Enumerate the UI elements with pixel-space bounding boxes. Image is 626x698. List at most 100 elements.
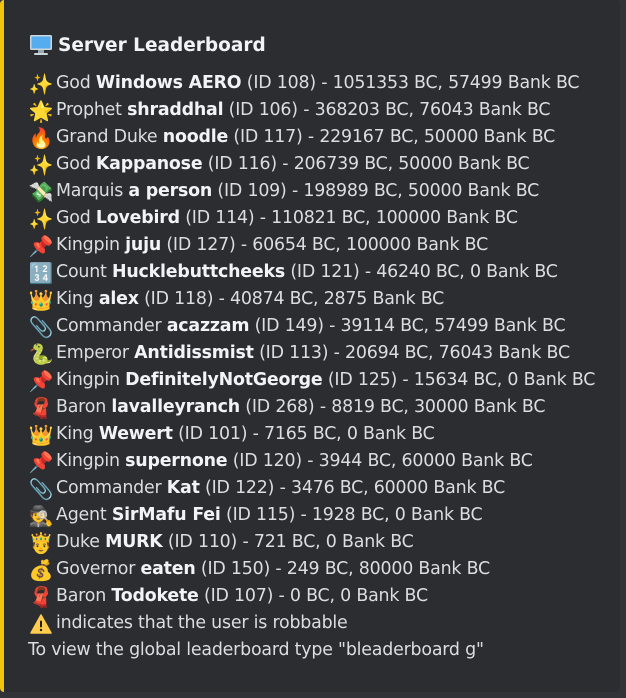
entry-stats: (ID 116) - 206739 BC, 50000 Bank BC (207, 154, 530, 174)
entry-stats: (ID 118) - 40874 BC, 2875 Bank BC (144, 289, 445, 309)
leaderboard-entry: 💰 Governor eaten (ID 150) - 249 BC, 80000… (28, 556, 610, 583)
pushpin-icon: 📌 (28, 368, 54, 393)
leaderboard-entry: 📌 Kingpin DefinitelyNotGeorge (ID 125) - … (28, 367, 610, 394)
leaderboard-list: ✨ God Windows AERO (ID 108) - 1051353 BC,… (28, 70, 610, 610)
entry-stats: (ID 108) - 1051353 BC, 57499 Bank BC (246, 73, 580, 93)
entry-stats: (ID 110) - 721 BC, 0 Bank BC (167, 532, 414, 552)
entry-stats: (ID 127) - 60654 BC, 100000 Bank BC (166, 235, 489, 255)
entry-username: Antidissmist (134, 343, 254, 363)
leaderboard-embed: Server Leaderboard ✨ God Windows AERO (ID… (0, 0, 620, 692)
entry-rank: Commander (56, 316, 162, 336)
crown-icon: 👑 (28, 287, 54, 312)
entry-rank: Agent (56, 505, 107, 525)
entry-rank: Kingpin (56, 370, 120, 390)
paperclip-icon: 📎 (28, 476, 54, 501)
serpent-icon: 🐍 (28, 341, 54, 366)
entry-username: Todokete (111, 586, 199, 606)
numbers-icon: 🔢 (28, 260, 54, 285)
entry-rank: Governor (56, 559, 136, 579)
entry-rank: Kingpin (56, 451, 120, 471)
entry-username: Lovebird (95, 208, 180, 228)
entry-stats: (ID 106) - 368203 BC, 76043 Bank BC (228, 100, 551, 120)
entry-username: shraddhal (127, 100, 224, 120)
entry-username: supernone (125, 451, 228, 471)
warning-icon (28, 611, 54, 637)
entry-rank: King (56, 289, 94, 309)
entry-rank: Commander (56, 478, 162, 498)
entry-username: Wewert (98, 424, 173, 444)
embed-footer-text: To view the global leaderboard type "ble… (28, 640, 484, 660)
sun-icon: 🌟 (28, 98, 54, 123)
entry-username: eaten (140, 559, 196, 579)
sparkles-icon: ✨ (28, 152, 54, 177)
entry-rank: Duke (56, 532, 100, 552)
entry-rank: Kingpin (56, 235, 120, 255)
leaderboard-entry: 📎 Commander Kat (ID 122) - 3476 BC, 60000… (28, 475, 610, 502)
leaderboard-entry: 👑 King alex (ID 118) - 40874 BC, 2875 Ban… (28, 286, 610, 313)
pushpin-icon: 📌 (28, 233, 54, 258)
entry-stats: (ID 120) - 3944 BC, 60000 Bank BC (232, 451, 533, 471)
leaderboard-entry: 🧣 Baron lavalleyranch (ID 268) - 8819 BC,… (28, 394, 610, 421)
entry-rank: Grand Duke (56, 127, 158, 147)
entry-rank: God (56, 154, 91, 174)
entry-stats: (ID 101) - 7165 BC, 0 Bank BC (178, 424, 435, 444)
money-bag-icon: 💰 (28, 557, 54, 582)
entry-username: MURK (105, 532, 163, 552)
entry-stats: (ID 149) - 39114 BC, 57499 Bank BC (254, 316, 566, 336)
entry-stats: (ID 113) - 20694 BC, 76043 Bank BC (259, 343, 570, 363)
scarf-icon: 🧣 (28, 395, 54, 420)
leaderboard-entry: 🔢 Count Hucklebuttcheeks (ID 121) - 46240… (28, 259, 610, 286)
entry-username: alex (98, 289, 139, 309)
leaderboard-entry: 📌 Kingpin juju (ID 127) - 60654 BC, 10000… (28, 232, 610, 259)
entry-rank: Baron (56, 397, 107, 417)
entry-rank: Baron (56, 586, 107, 606)
fire-icon: 🔥 (28, 125, 54, 150)
entry-stats: (ID 268) - 8819 BC, 30000 Bank BC (245, 397, 546, 417)
embed-title: Server Leaderboard (28, 31, 610, 59)
entry-rank: Marquis (56, 181, 124, 201)
entry-username: acazzam (166, 316, 250, 336)
entry-stats: (ID 109) - 198989 BC, 50000 Bank BC (217, 181, 540, 201)
money-with-wings-icon: 💸 (28, 179, 54, 204)
entry-stats: (ID 121) - 46240 BC, 0 Bank BC (290, 262, 558, 282)
pushpin-icon: 📌 (28, 449, 54, 474)
leaderboard-entry: ✨ God Kappanose (ID 116) - 206739 BC, 500… (28, 151, 610, 178)
entry-rank: King (56, 424, 94, 444)
entry-username: SirMafu Fei (111, 505, 221, 525)
entry-username: Kat (166, 478, 200, 498)
prince-icon: 🤴 (28, 530, 54, 555)
entry-stats: (ID 125) - 15634 BC, 0 Bank BC (327, 370, 596, 390)
entry-rank: God (56, 208, 91, 228)
entry-stats: (ID 114) - 110821 BC, 100000 Bank BC (185, 208, 518, 228)
entry-username: lavalleyranch (111, 397, 240, 417)
entry-stats: (ID 115) - 1928 BC, 0 Bank BC (225, 505, 483, 525)
robbable-legend-text: indicates that the user is robbable (56, 613, 348, 633)
leaderboard-entry: 📌 Kingpin supernone (ID 120) - 3944 BC, 6… (28, 448, 610, 475)
entry-rank: God (56, 73, 91, 93)
entry-username: a person (128, 181, 213, 201)
leaderboard-entry: 🧣 Baron Todokete (ID 107) - 0 BC, 0 Bank … (28, 583, 610, 610)
crown-icon: 👑 (28, 422, 54, 447)
paperclip-icon: 📎 (28, 314, 54, 339)
leaderboard-entry: 💸 Marquis a person (ID 109) - 198989 BC, … (28, 178, 610, 205)
entry-username: noodle (162, 127, 229, 147)
leaderboard-entry: 📎 Commander acazzam (ID 149) - 39114 BC, … (28, 313, 610, 340)
robbable-legend: indicates that the user is robbable (28, 610, 610, 637)
leaderboard-entry: 👑 King Wewert (ID 101) - 7165 BC, 0 Bank … (28, 421, 610, 448)
entry-stats: (ID 107) - 0 BC, 0 Bank BC (203, 586, 428, 606)
entry-username: DefinitelyNotGeorge (125, 370, 323, 390)
leaderboard-entry: 🕵 Agent SirMafu Fei (ID 115) - 1928 BC, 0… (28, 502, 610, 529)
leaderboard-entry: ✨ God Lovebird (ID 114) - 110821 BC, 1000… (28, 205, 610, 232)
entry-stats: (ID 150) - 249 BC, 80000 Bank BC (200, 559, 490, 579)
leaderboard-entry: 🐍 Emperor Antidissmist (ID 113) - 20694 B… (28, 340, 610, 367)
leaderboard-entry: ✨ God Windows AERO (ID 108) - 1051353 BC,… (28, 70, 610, 97)
embed-title-text: Server Leaderboard (58, 34, 266, 56)
entry-username: Hucklebuttcheeks (111, 262, 286, 282)
entry-stats: (ID 117) - 229167 BC, 50000 Bank BC (233, 127, 556, 147)
leaderboard-entry: 🤴 Duke MURK (ID 110) - 721 BC, 0 Bank BC (28, 529, 610, 556)
entry-username: Kappanose (95, 154, 203, 174)
detective-icon: 🕵 (28, 503, 54, 528)
sparkles-icon: ✨ (28, 71, 54, 96)
desktop-computer-icon (28, 32, 54, 58)
entry-username: Windows AERO (95, 73, 242, 93)
